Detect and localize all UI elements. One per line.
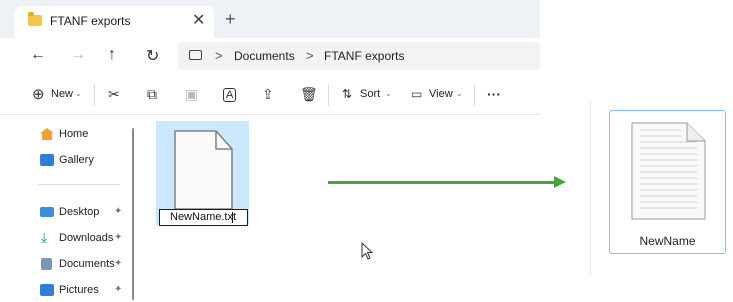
text-cursor (232, 212, 233, 223)
new-tab-button[interactable]: + (225, 9, 236, 30)
desktop-icon (40, 207, 54, 217)
paste-icon[interactable]: ▣ (185, 86, 198, 103)
sidebar-item-label: Desktop (59, 206, 100, 218)
sidebar-item-documents[interactable]: Documents ✦ (0, 254, 130, 276)
toolbar-divider (94, 84, 95, 106)
pin-icon[interactable]: ✦ (114, 284, 122, 295)
chevron-down-icon[interactable]: ⌄ (385, 89, 392, 98)
command-bar: ⊕ New ⌄ ✂ ⧉ ▣ A ⇪ 🗑 ⇅ Sort ⌄ ▭ View ⌄ ··… (0, 76, 540, 115)
sidebar-item-desktop[interactable]: Desktop ✦ (0, 202, 130, 224)
folder-icon (28, 12, 42, 26)
tab-ftanf-exports[interactable]: FTANF exports ✕ (14, 6, 214, 38)
sidebar-scrollbar[interactable] (132, 128, 134, 300)
new-button[interactable]: New (51, 88, 73, 100)
sidebar-item-label: Home (59, 128, 89, 140)
pin-icon[interactable]: ✦ (114, 258, 122, 269)
sidebar-item-home[interactable]: Home (0, 124, 130, 146)
documents-icon (41, 258, 52, 270)
refresh-icon[interactable]: ↻ (146, 46, 159, 66)
back-icon[interactable]: ← (30, 46, 46, 64)
sort-icon[interactable]: ⇅ (342, 87, 352, 101)
navigation-pane: Home Gallery Desktop ✦ ⤓ Downloads ✦ Doc… (0, 118, 132, 300)
address-bar-row: ← → ↑ ↻ > Documents > FTANF exports (0, 38, 540, 74)
sidebar-item-downloads[interactable]: ⤓ Downloads ✦ (0, 228, 130, 250)
share-icon[interactable]: ⇪ (262, 86, 274, 103)
chevron-down-icon[interactable]: ⌄ (75, 89, 82, 98)
breadcrumb-ftanf-exports[interactable]: FTANF exports (324, 49, 404, 63)
sidebar-item-gallery[interactable]: Gallery (0, 150, 130, 172)
renamed-file-item[interactable]: NewName (609, 110, 726, 254)
more-options-icon[interactable]: ··· (487, 86, 501, 102)
this-pc-icon[interactable] (189, 50, 202, 60)
download-icon: ⤓ (41, 229, 48, 245)
close-icon[interactable]: ✕ (192, 10, 205, 30)
copy-icon[interactable]: ⧉ (147, 86, 157, 103)
sidebar-item-label: Downloads (59, 232, 114, 244)
pin-icon[interactable]: ✦ (114, 206, 122, 217)
file-list[interactable]: NewName.txt (138, 116, 540, 300)
pictures-icon (40, 284, 54, 296)
pin-icon[interactable]: ✦ (114, 232, 122, 243)
chevron-down-icon[interactable]: ⌄ (456, 89, 463, 98)
rename-input-value: NewName.txt (170, 211, 237, 223)
rename-result-panel: NewName (590, 100, 733, 276)
arrow-head-icon (554, 176, 566, 188)
view-icon[interactable]: ▭ (411, 87, 422, 101)
sidebar-item-label: Gallery (59, 154, 94, 166)
up-icon[interactable]: ↑ (108, 46, 116, 64)
rename-icon[interactable]: A (223, 88, 237, 102)
breadcrumb-documents[interactable]: Documents (234, 49, 295, 63)
toolbar-divider (328, 84, 329, 106)
delete-icon[interactable]: 🗑 (300, 86, 318, 103)
gallery-icon (40, 154, 54, 166)
breadcrumb[interactable]: > Documents > FTANF exports (178, 42, 540, 70)
transition-arrow (328, 181, 556, 184)
tab-title: FTANF exports (50, 14, 131, 28)
rename-input[interactable]: NewName.txt (159, 209, 248, 226)
file-explorer-window: FTANF exports ✕ + ← → ↑ ↻ > Documents > … (0, 0, 540, 300)
chevron-right-icon[interactable]: > (306, 48, 314, 63)
forward-icon[interactable]: → (70, 46, 86, 64)
renamed-file-icon (631, 122, 706, 220)
toolbar-divider (474, 84, 475, 106)
chevron-right-icon[interactable]: > (215, 48, 223, 63)
new-plus-icon[interactable]: ⊕ (32, 85, 45, 103)
tab-strip: FTANF exports ✕ + (0, 0, 540, 38)
mouse-pointer-icon (361, 242, 374, 260)
sidebar-divider (38, 184, 120, 185)
cut-icon[interactable]: ✂ (108, 86, 120, 103)
view-button[interactable]: View (429, 88, 453, 100)
sidebar-item-pictures[interactable]: Pictures ✦ (0, 280, 130, 302)
sidebar-item-label: Pictures (59, 284, 99, 296)
home-icon (40, 128, 54, 140)
sort-button[interactable]: Sort (360, 88, 380, 100)
renamed-file-label: NewName (639, 234, 696, 248)
sidebar-item-label: Documents (59, 258, 115, 270)
